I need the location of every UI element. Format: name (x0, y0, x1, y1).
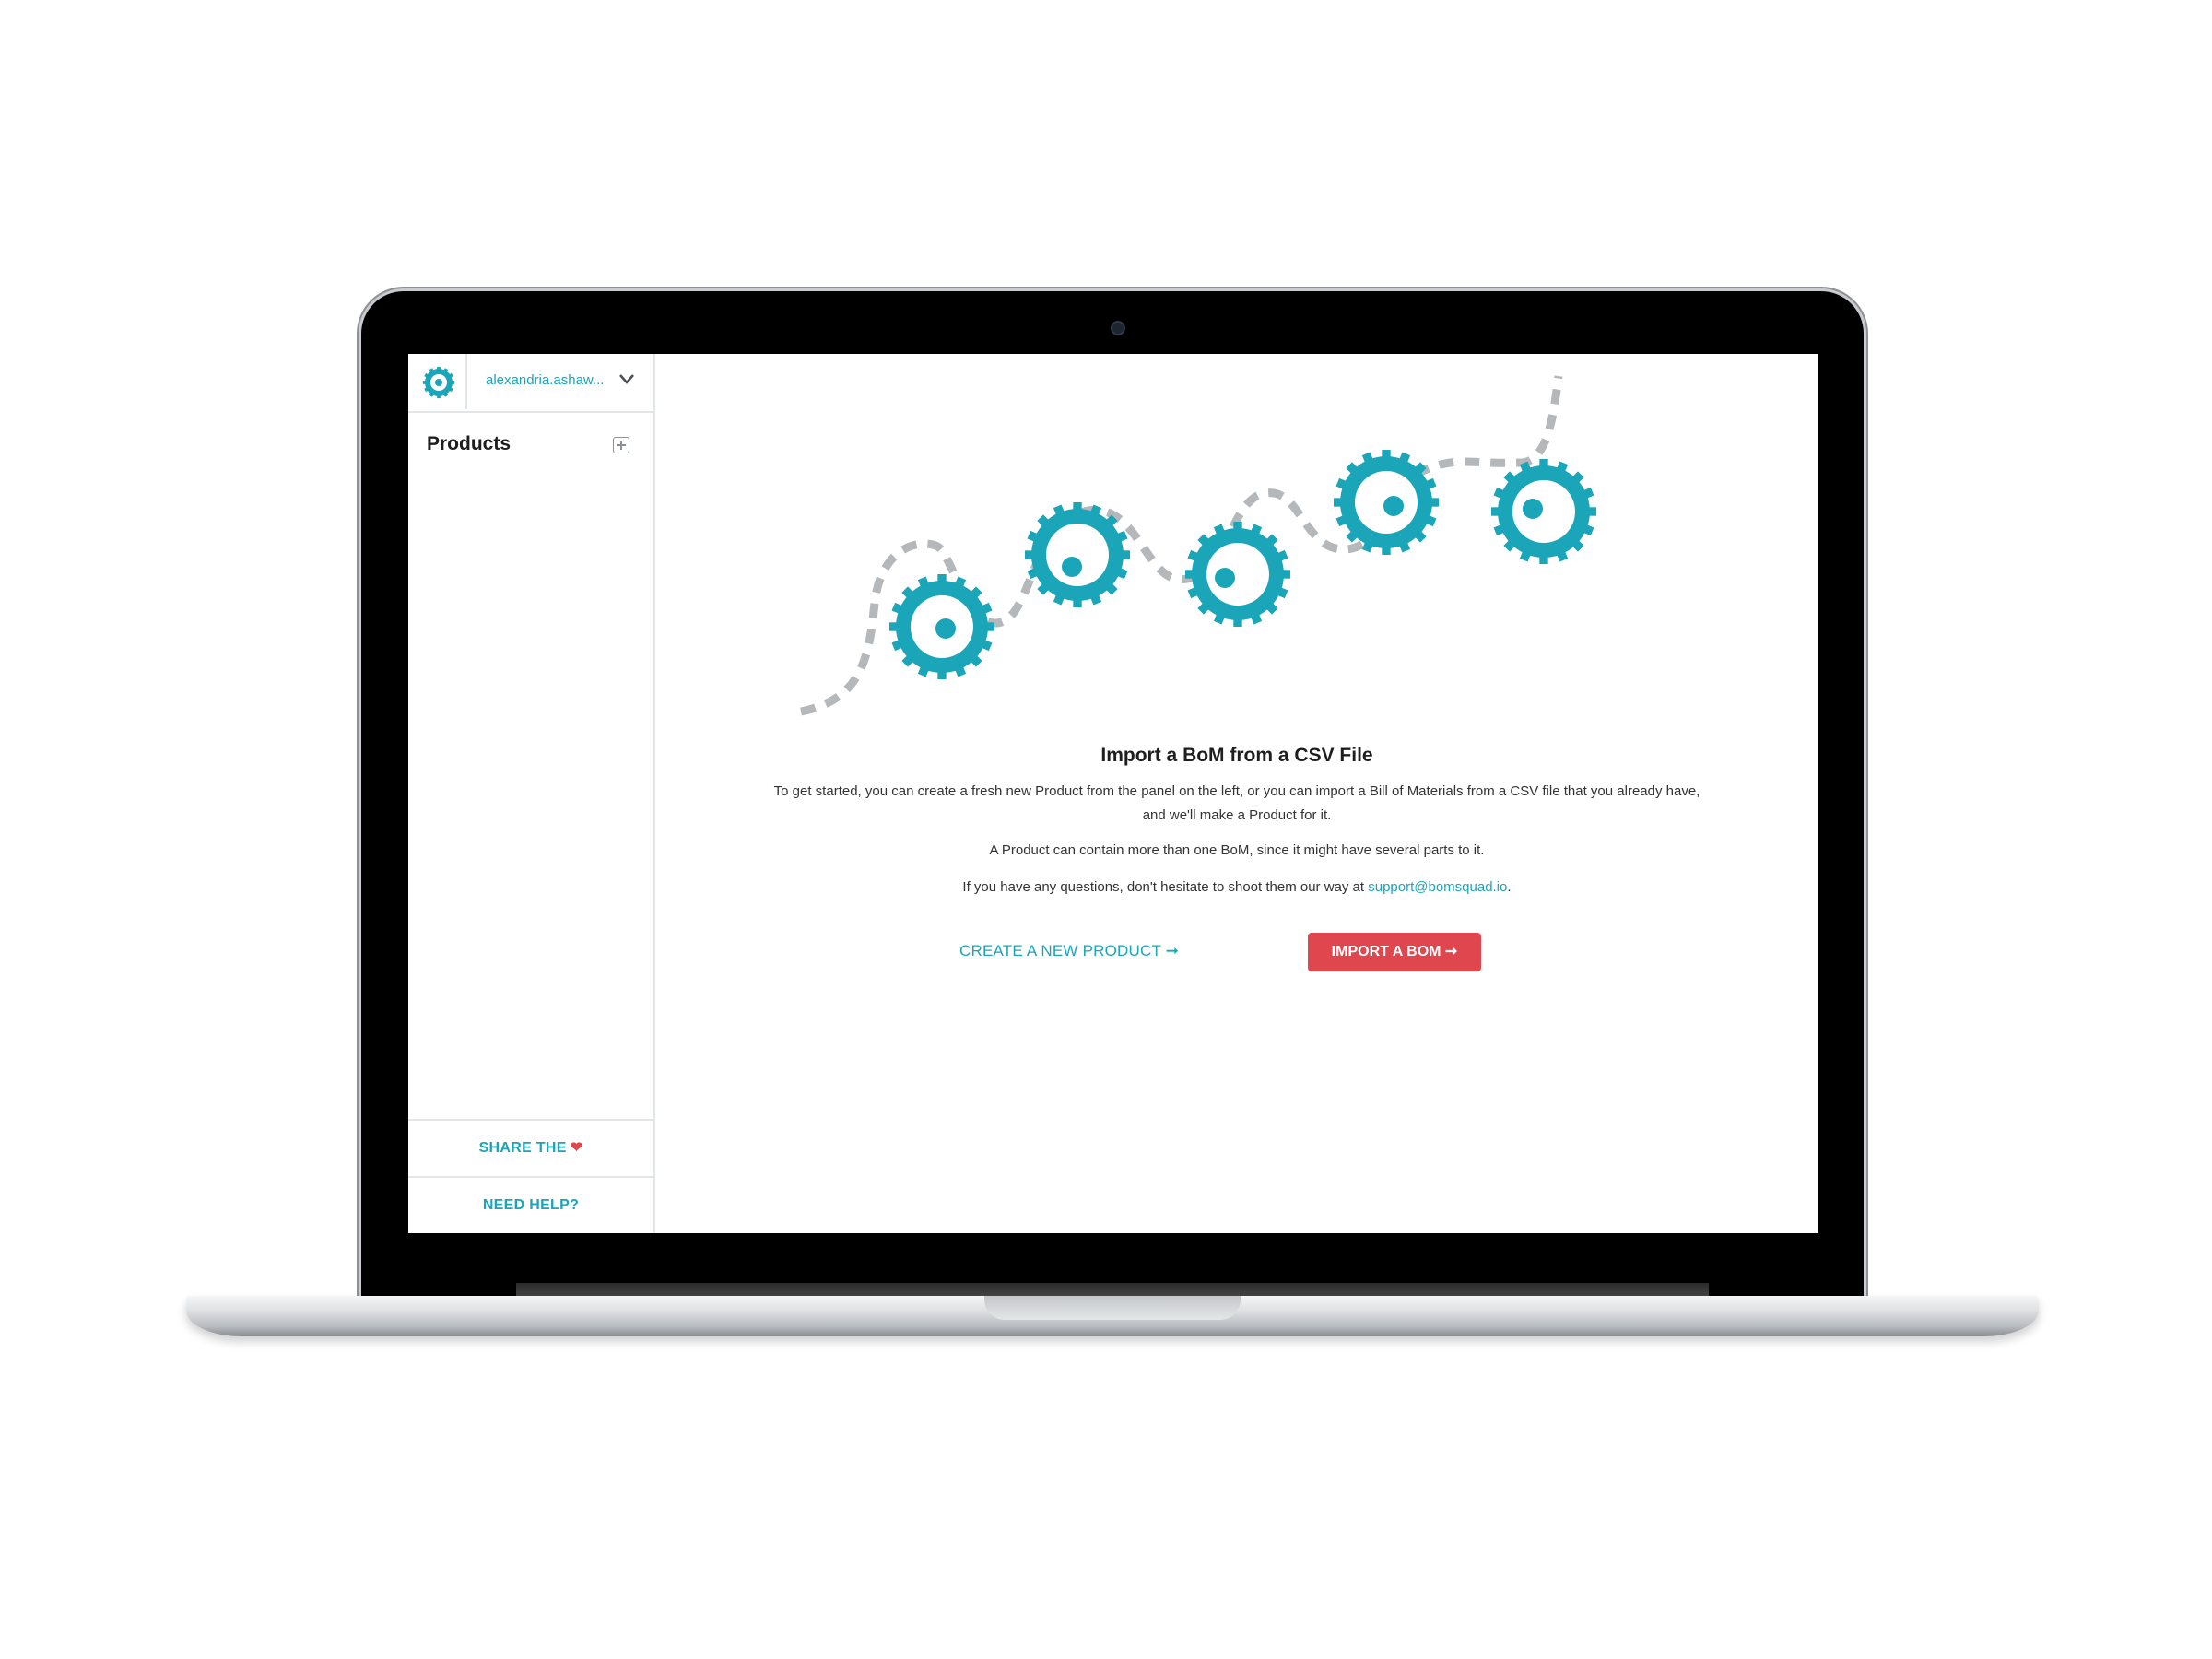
camera-icon (1111, 321, 1125, 335)
questions-suffix: . (1507, 879, 1512, 895)
user-menu[interactable]: alexandria.ashaw... (486, 372, 604, 388)
gear-logo-icon[interactable] (414, 354, 467, 409)
heart-icon: ❤ (570, 1140, 583, 1156)
add-square-icon[interactable] (613, 437, 629, 453)
app-screen: alexandria.ashaw... Products SHARE THE ❤ … (408, 354, 1818, 1233)
products-heading: Products (427, 433, 512, 454)
gears-path-illustration (800, 375, 1596, 716)
sidebar-header: alexandria.ashaw... (408, 354, 653, 413)
laptop-hinge (516, 1283, 1709, 1296)
share-button[interactable]: SHARE THE ❤ (408, 1119, 653, 1176)
gear-icon (1491, 459, 1596, 564)
support-email-link[interactable]: support@bomsquad.io (1368, 879, 1507, 895)
sidebar: alexandria.ashaw... Products SHARE THE ❤ … (408, 354, 655, 1233)
share-label: SHARE THE (478, 1140, 567, 1156)
gear-icon (1334, 450, 1439, 555)
chevron-down-icon[interactable] (617, 369, 637, 389)
create-product-link[interactable]: CREATE A NEW PRODUCT ➞ (959, 942, 1179, 960)
gear-icon (1025, 502, 1130, 607)
need-help-button[interactable]: NEED HELP? (408, 1176, 653, 1233)
gear-icon (1185, 522, 1290, 627)
questions-prefix: If you have any questions, don't hesitat… (962, 879, 1365, 895)
page-title: Import a BoM from a CSV File (1100, 745, 1373, 766)
gear-logo-icon (422, 366, 455, 399)
questions-text: If you have any questions, don't hesitat… (655, 879, 1818, 895)
import-bom-button[interactable]: IMPORT A BOM ➞ (1308, 933, 1481, 971)
laptop-notch (984, 1296, 1241, 1320)
gear-icon (889, 574, 994, 679)
main-panel: Import a BoM from a CSV File To get star… (655, 354, 1818, 1233)
intro-text: To get started, you can create a fresh n… (773, 783, 1700, 823)
bom-note-text: A Product can contain more than one BoM,… (989, 842, 1485, 858)
